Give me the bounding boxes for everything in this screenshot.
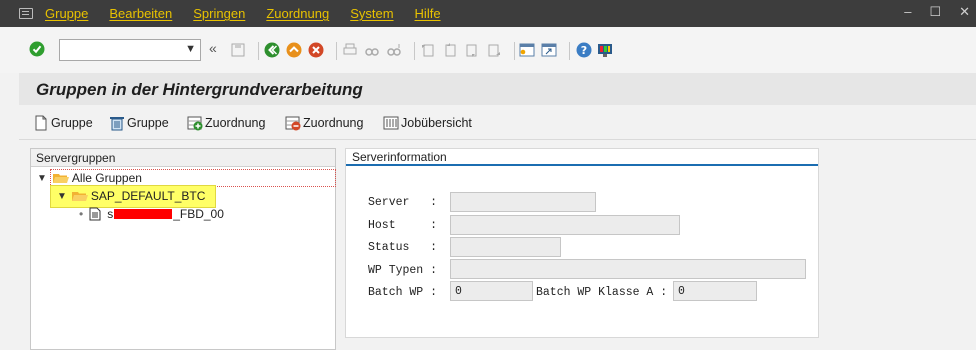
last-page-icon[interactable]: [486, 42, 502, 58]
server-info-panel: Serverinformation Server : Host : Status…: [345, 148, 819, 338]
job-overview-icon: [383, 116, 399, 130]
menu-springen[interactable]: Springen: [193, 6, 245, 21]
open-folder-icon: [71, 192, 88, 201]
save-icon[interactable]: [230, 42, 246, 58]
batch-class-field[interactable]: 0: [673, 281, 757, 301]
tree-node-sap-default-btc[interactable]: ▼ SAP_DEFAULT_BTC: [57, 187, 205, 205]
server-group-tree: Servergruppen ▼ Alle Gruppen ▼ SAP_DEFAU…: [30, 148, 336, 350]
status-label: Status :: [368, 241, 438, 254]
new-session-icon[interactable]: [519, 42, 535, 58]
menu-bearbeiten[interactable]: Bearbeiten: [109, 6, 172, 21]
exit-icon[interactable]: [286, 42, 302, 58]
add-row-icon: [187, 116, 203, 131]
new-document-icon: [35, 115, 47, 131]
create-group-label: Gruppe: [51, 116, 93, 130]
bullet-icon: •: [79, 207, 84, 221]
help-icon[interactable]: ?: [576, 42, 592, 58]
enter-icon[interactable]: [29, 41, 45, 57]
shortcut-icon[interactable]: [541, 42, 557, 58]
server-name-visible: s: [107, 207, 114, 221]
first-page-icon[interactable]: [420, 42, 436, 58]
system-toolbar: ▼ « ?: [0, 27, 976, 73]
next-page-icon[interactable]: [464, 42, 480, 58]
window-controls: – ☐ ✕: [904, 4, 970, 20]
job-overview-button[interactable]: Jobübersicht: [383, 115, 472, 131]
delete-group-button[interactable]: Gruppe: [109, 115, 169, 131]
chevron-down-icon[interactable]: ▼: [37, 173, 47, 184]
create-group-button[interactable]: Gruppe: [33, 115, 93, 131]
cancel-icon[interactable]: [308, 42, 324, 58]
host-field[interactable]: [450, 215, 680, 235]
server-field[interactable]: [450, 192, 596, 212]
prev-page-icon[interactable]: [442, 42, 458, 58]
menu-hilfe[interactable]: Hilfe: [415, 6, 441, 21]
wp-types-field[interactable]: [450, 259, 806, 279]
command-input[interactable]: [60, 40, 178, 60]
tab-label: Serverinformation: [352, 150, 447, 164]
tree-node-label: Alle Gruppen: [71, 171, 142, 185]
server-name-suffix: _FBD_00: [173, 207, 224, 221]
open-folder-icon: [52, 174, 69, 183]
tab-serverinformation[interactable]: Serverinformation: [346, 149, 818, 166]
host-label: Host :: [368, 219, 438, 232]
menu-gruppe[interactable]: Gruppe: [45, 6, 88, 21]
system-menu-icon[interactable]: [19, 8, 33, 19]
remove-assignment-button[interactable]: Zuordnung: [285, 115, 363, 131]
redaction-mark: [114, 209, 173, 219]
application-toolbar: Gruppe Gruppe Zuordnung Zuordnung Jobübe…: [19, 106, 976, 140]
close-icon[interactable]: ✕: [959, 4, 970, 20]
find-next-icon[interactable]: [386, 42, 402, 58]
tree-node-server[interactable]: • s _FBD_00: [79, 205, 224, 223]
server-label: Server :: [368, 196, 438, 209]
collapse-icon[interactable]: «: [209, 40, 217, 56]
add-assignment-label: Zuordnung: [205, 116, 266, 130]
find-icon[interactable]: [364, 42, 380, 58]
job-overview-label: Jobübersicht: [401, 116, 472, 130]
menu-bar: Gruppe Bearbeiten Springen Zuordnung Sys…: [0, 0, 976, 27]
tree-header: Servergruppen: [31, 149, 335, 167]
menu-zuordnung[interactable]: Zuordnung: [266, 6, 329, 21]
svg-text:?: ?: [581, 44, 587, 57]
command-field[interactable]: ▼: [59, 39, 201, 61]
delete-group-label: Gruppe: [127, 116, 169, 130]
title-bar: Gruppen in der Hintergrundverarbeitung: [19, 73, 976, 105]
wp-types-label: WP Typen :: [368, 264, 438, 277]
minimize-icon[interactable]: –: [904, 4, 911, 20]
status-field[interactable]: [450, 237, 561, 257]
batch-wp-label: Batch WP :: [368, 286, 438, 299]
customize-layout-icon[interactable]: [597, 42, 613, 58]
remove-row-icon: [285, 116, 301, 131]
print-icon[interactable]: [342, 42, 358, 58]
remove-assignment-label: Zuordnung: [303, 116, 364, 130]
tree-node-label: SAP_DEFAULT_BTC: [90, 189, 206, 203]
page-title: Gruppen in der Hintergrundverarbeitung: [36, 80, 363, 99]
batch-class-label: Batch WP Klasse A :: [536, 286, 668, 299]
add-assignment-button[interactable]: Zuordnung: [187, 115, 265, 131]
back-icon[interactable]: [264, 42, 280, 58]
document-icon: [89, 207, 101, 221]
chevron-down-icon[interactable]: ▼: [57, 191, 67, 202]
trash-icon: [110, 117, 124, 131]
maximize-icon[interactable]: ☐: [929, 4, 941, 20]
menu-system[interactable]: System: [350, 6, 393, 21]
batch-wp-field[interactable]: 0: [450, 281, 533, 301]
chevron-down-icon[interactable]: ▼: [185, 43, 196, 55]
